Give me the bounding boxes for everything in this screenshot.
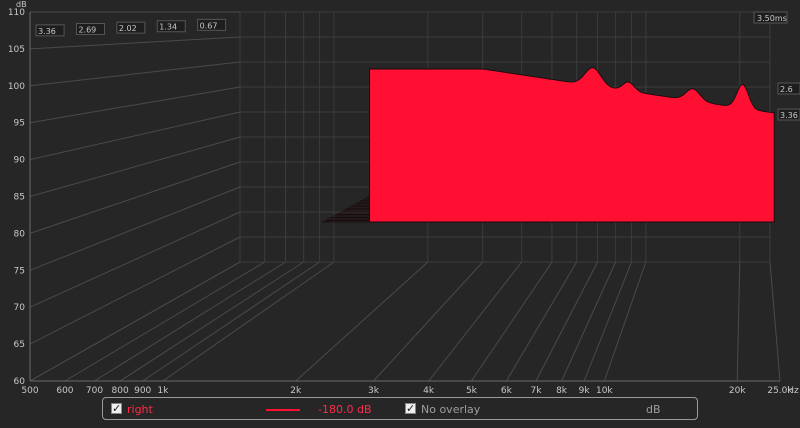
grid-line-depth (471, 261, 553, 382)
waterfall-slice-main (369, 67, 775, 223)
grid-line-side (29, 111, 241, 161)
series-level: -180.0 dB (318, 403, 372, 416)
grid-line-depth (428, 261, 523, 382)
grid-line-depth (505, 261, 578, 382)
x-tick-label: 6k (501, 386, 513, 396)
y-tick-label: 105 (8, 45, 25, 55)
x-tick-label: 1k (157, 386, 169, 396)
grid-line-depth (373, 261, 484, 382)
y-tick-label: 75 (14, 266, 25, 276)
y-unit-label: dB (16, 0, 27, 9)
overlay-checkbox[interactable]: ✓ (405, 403, 416, 414)
grid-line-depth (603, 261, 647, 382)
x-tick-label: 800 (112, 386, 129, 396)
overlay-label: No overlay (421, 403, 481, 416)
time-tick-label: 1.34 (159, 23, 177, 32)
y-tick-label: 90 (14, 156, 26, 166)
grid-line-depth (94, 261, 286, 382)
time-tick-label: 0.67 (200, 21, 218, 30)
y-tick-label: 100 (8, 82, 25, 92)
waterfall-surfaces (321, 67, 775, 223)
check-icon: ✓ (406, 402, 416, 415)
time-tick-label: 3.36 (38, 27, 56, 36)
y-tick-label: 85 (14, 193, 25, 203)
series-name: right (127, 403, 153, 416)
grid-line-depth (769, 261, 781, 382)
y-tick-label: 80 (14, 229, 26, 239)
x-tick-label: 9k (579, 386, 591, 396)
grid-line-depth (162, 261, 335, 382)
series-line-swatch (266, 409, 300, 411)
x-unit-label: Hz (787, 386, 799, 396)
check-icon: ✓ (112, 402, 122, 415)
x-tick-label: 2k (290, 386, 302, 396)
x-tick-label: 500 (21, 386, 38, 396)
grid-line-side (29, 86, 241, 124)
grid-line-side (29, 261, 241, 382)
x-tick-label: 4k (423, 386, 435, 396)
series-checkbox[interactable]: ✓ (111, 403, 122, 414)
waterfall-plot: 1101051009590858075706560dB500 600 700 800 9… (8, 0, 800, 396)
y-tick-label: 65 (14, 340, 25, 350)
y-tick-label: 95 (14, 119, 25, 129)
x-tick-label: 20k (729, 386, 746, 396)
legend-unit: dB (646, 403, 661, 416)
grid-line-side (29, 211, 241, 308)
x-tick-label: 5k (466, 386, 478, 396)
x-tick-label: 8k (556, 386, 568, 396)
grid-line-side (29, 161, 241, 234)
x-tick-label: 7k (530, 386, 542, 396)
time-tick-label-right: 2.6 (780, 85, 793, 94)
grid-line-side (29, 186, 241, 271)
grid-line-side (29, 61, 241, 87)
y-tick-label: 110 (8, 8, 25, 18)
time-end-label: 3.50ms (757, 14, 787, 23)
x-tick-label: 600 (56, 386, 73, 396)
grid-line-depth (295, 261, 429, 382)
grid-line-depth (142, 261, 320, 382)
time-tick-label-right: 3.36 (780, 111, 798, 120)
x-tick-label: 700 (86, 386, 103, 396)
y-tick-label: 70 (14, 303, 26, 313)
grid-line-side (29, 36, 241, 50)
grid-line-depth (736, 261, 741, 382)
grid-line-depth (64, 261, 265, 382)
x-tick-label: 900 (134, 386, 151, 396)
time-tick-label: 2.69 (78, 25, 96, 34)
time-tick-label: 2.02 (119, 24, 137, 33)
legend-bar: ✓ right -180.0 dB ✓ No overlay dB (102, 397, 698, 420)
grid-line-side (29, 136, 241, 197)
grid-line-depth (119, 261, 304, 382)
grid-line-side (29, 236, 241, 345)
x-tick-label: 3k (368, 386, 380, 396)
waterfall-chart: 110 105 100 95 90 85 80 75 70 65 60 dB 500 600 700 800 9… (0, 0, 800, 424)
x-tick-label: 10k (596, 386, 613, 396)
